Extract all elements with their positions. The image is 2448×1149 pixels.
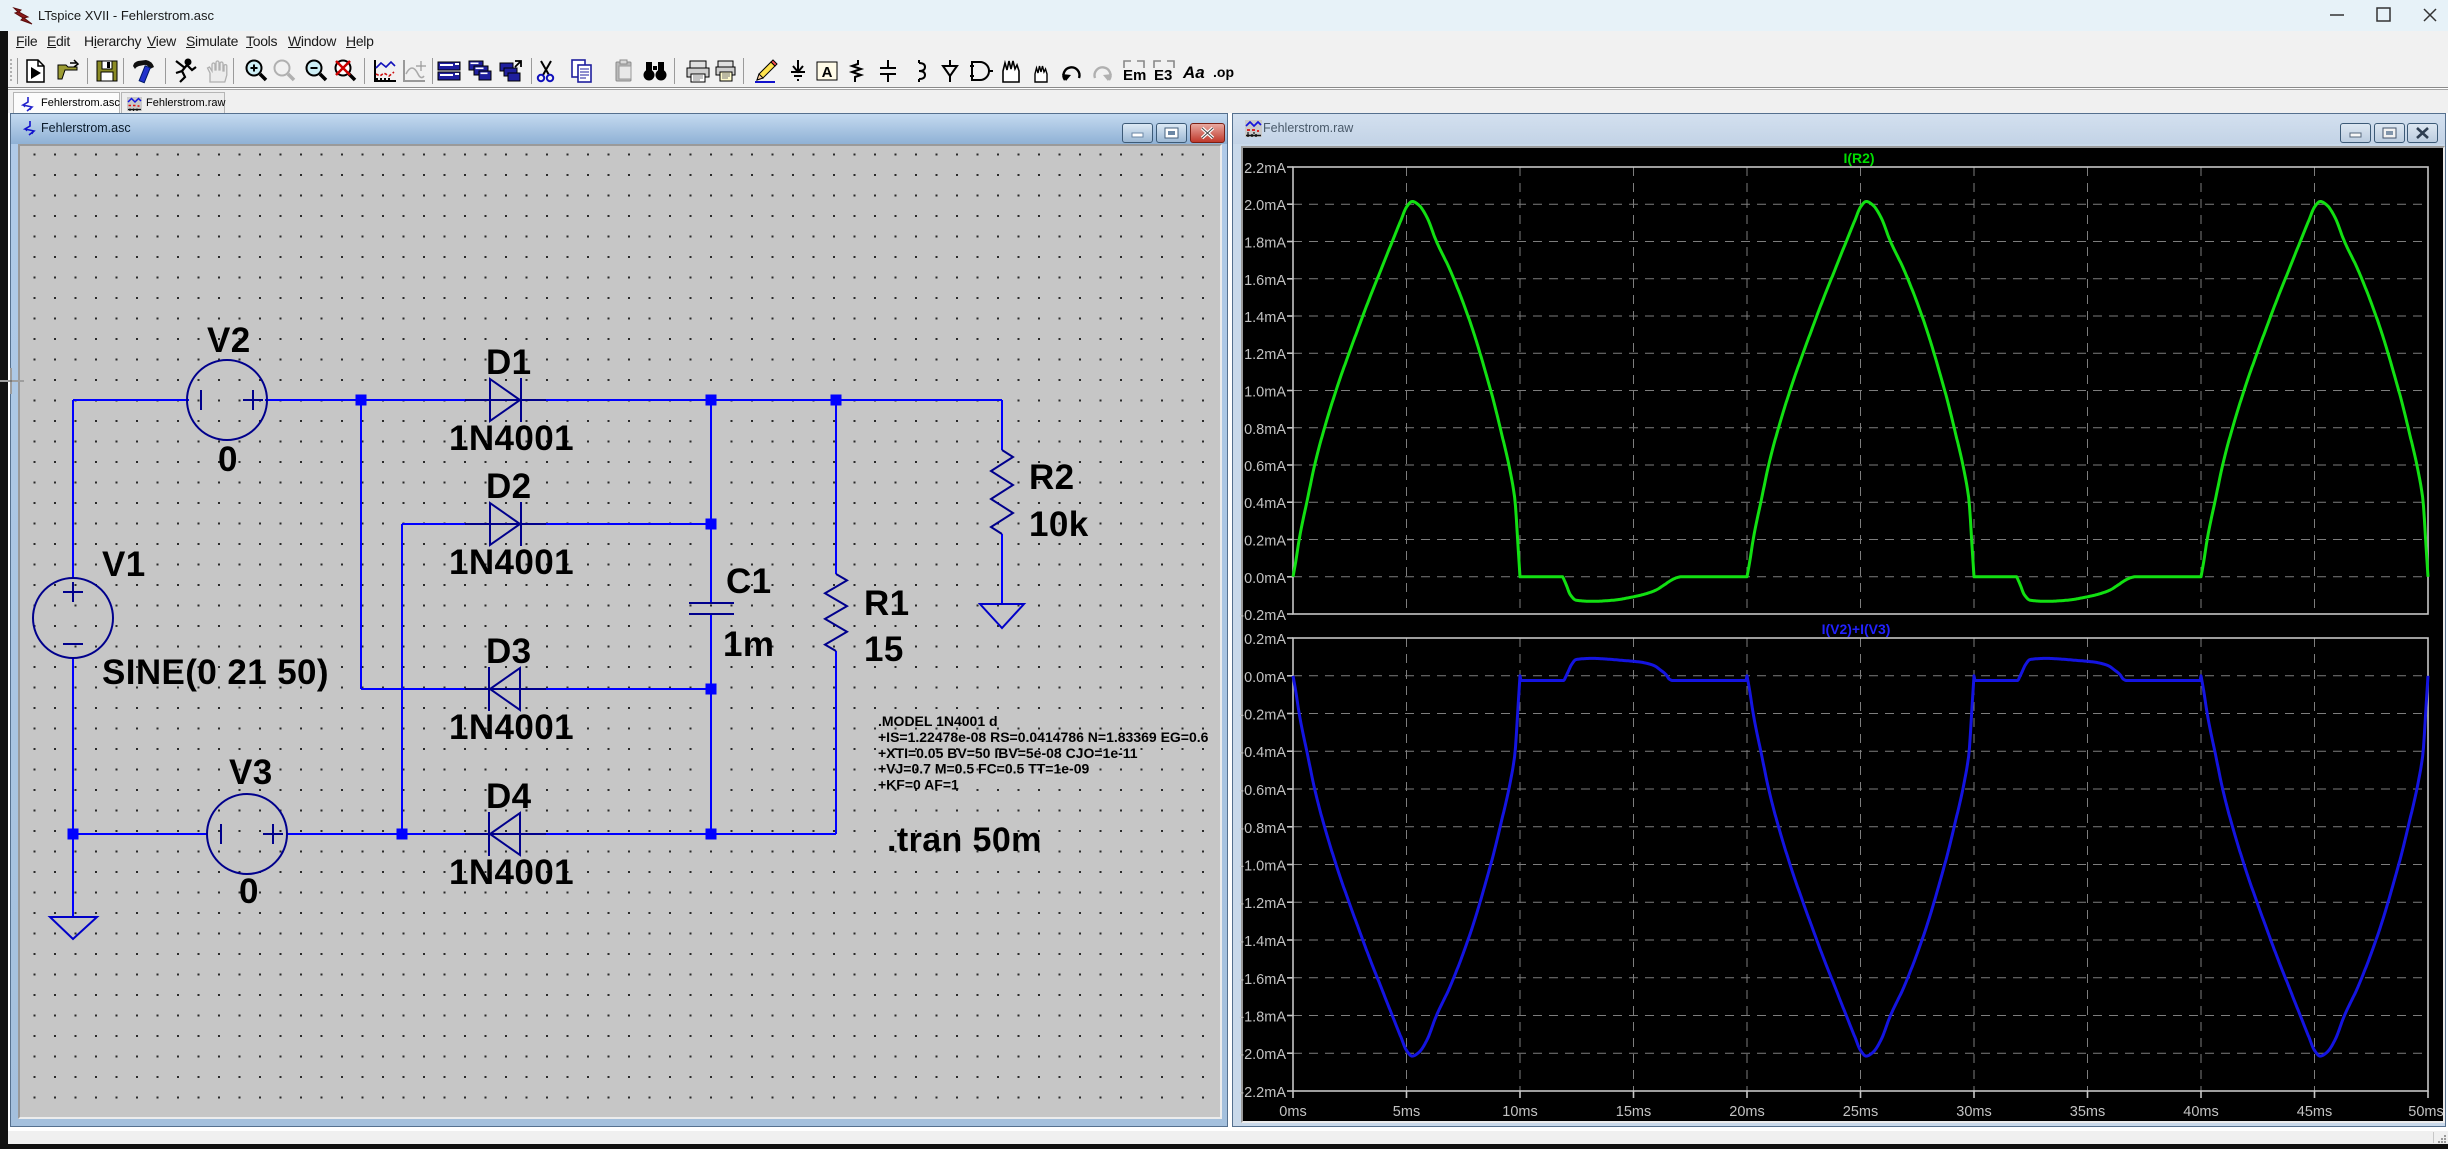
svg-text:.MODEL 1N4001 d: .MODEL 1N4001 d <box>878 713 998 729</box>
svg-text:+IS=1.22478e-08 RS=0.0414786 N: +IS=1.22478e-08 RS=0.0414786 N=1.83369 E… <box>878 729 1209 745</box>
svg-text:-0.2mA: -0.2mA <box>1239 608 1286 624</box>
svg-text:E3: E3 <box>1154 67 1172 84</box>
svg-text:Aa: Aa <box>1182 63 1205 82</box>
svg-text:+KF=0 AF=1: +KF=0 AF=1 <box>878 777 959 793</box>
svg-text:-0.8mA: -0.8mA <box>1239 821 1286 837</box>
svg-text:C1: C1 <box>726 562 772 601</box>
svg-text:0.8mA: 0.8mA <box>1244 422 1286 438</box>
svg-text:35ms: 35ms <box>2070 1104 2105 1120</box>
svg-text:45ms: 45ms <box>2297 1104 2332 1120</box>
svg-text:SINE(0 21 50): SINE(0 21 50) <box>102 653 329 692</box>
svg-text:-2.0mA: -2.0mA <box>1239 1047 1286 1063</box>
svg-text:1N4001: 1N4001 <box>449 853 574 892</box>
svg-text:0.4mA: 0.4mA <box>1244 496 1286 512</box>
svg-text:D2: D2 <box>486 467 532 506</box>
svg-text:0.6mA: 0.6mA <box>1244 459 1286 475</box>
svg-text:-0.4mA: -0.4mA <box>1239 745 1286 761</box>
svg-text:10k: 10k <box>1029 505 1089 544</box>
svg-text:R2: R2 <box>1029 458 1075 497</box>
svg-text:15ms: 15ms <box>1616 1104 1651 1120</box>
svg-text:+VJ=0.7 M=0.5 FC=0.5 TT=1e-09: +VJ=0.7 M=0.5 FC=0.5 TT=1e-09 <box>878 761 1090 777</box>
svg-text:40ms: 40ms <box>2183 1104 2218 1120</box>
svg-text:-0.2mA: -0.2mA <box>1239 708 1286 724</box>
svg-text:1N4001: 1N4001 <box>449 543 574 582</box>
svg-text:0.2mA: 0.2mA <box>1244 632 1286 648</box>
svg-text:1N4001: 1N4001 <box>449 419 574 458</box>
svg-text:0: 0 <box>239 872 259 911</box>
svg-text:1.6mA: 1.6mA <box>1244 273 1286 289</box>
svg-text:-1.6mA: -1.6mA <box>1239 972 1286 988</box>
svg-text:1.2mA: 1.2mA <box>1244 347 1286 363</box>
svg-text:.tran 50m: .tran 50m <box>887 821 1042 859</box>
svg-text:-1.4mA: -1.4mA <box>1239 934 1286 950</box>
svg-text:1.8mA: 1.8mA <box>1244 236 1286 252</box>
svg-text:-0.6mA: -0.6mA <box>1239 783 1286 799</box>
svg-text:V3: V3 <box>229 753 273 792</box>
svg-text:50ms: 50ms <box>2408 1104 2443 1120</box>
svg-text:2.0mA: 2.0mA <box>1244 198 1286 214</box>
svg-text:.op: .op <box>1213 64 1234 80</box>
svg-text:1.0mA: 1.0mA <box>1244 385 1286 401</box>
svg-text:-2.2mA: -2.2mA <box>1239 1085 1286 1101</box>
svg-text:0ms: 0ms <box>1279 1104 1306 1120</box>
svg-text:30ms: 30ms <box>1956 1104 1991 1120</box>
svg-text:1.4mA: 1.4mA <box>1244 310 1286 326</box>
svg-text:V1: V1 <box>102 545 146 584</box>
svg-text:D1: D1 <box>486 343 532 382</box>
svg-text:A: A <box>822 64 833 81</box>
svg-text:20ms: 20ms <box>1729 1104 1764 1120</box>
svg-text:-1.2mA: -1.2mA <box>1239 896 1286 912</box>
svg-text:1m: 1m <box>723 625 774 664</box>
svg-text:R1: R1 <box>864 584 910 623</box>
svg-text:5ms: 5ms <box>1393 1104 1420 1120</box>
svg-text:+XTI=0.05 BV=50 IBV=5e-08 CJO=: +XTI=0.05 BV=50 IBV=5e-08 CJO=1e-11 <box>878 745 1138 761</box>
svg-text:0.0mA: 0.0mA <box>1244 670 1286 686</box>
svg-text:2.2mA: 2.2mA <box>1244 161 1286 177</box>
svg-text:V2: V2 <box>207 321 251 360</box>
svg-text:0.0mA: 0.0mA <box>1244 571 1286 587</box>
svg-text:I(V2)+I(V3): I(V2)+I(V3) <box>1822 621 1891 637</box>
svg-text:D4: D4 <box>486 777 532 816</box>
svg-text:I(R2): I(R2) <box>1843 150 1874 166</box>
svg-text:1N4001: 1N4001 <box>449 708 574 747</box>
svg-text:0.2mA: 0.2mA <box>1244 534 1286 550</box>
svg-text:-1.8mA: -1.8mA <box>1239 1010 1286 1026</box>
svg-text:10ms: 10ms <box>1502 1104 1537 1120</box>
svg-text:0: 0 <box>218 440 238 479</box>
svg-text:25ms: 25ms <box>1843 1104 1878 1120</box>
svg-text:-1.0mA: -1.0mA <box>1239 859 1286 875</box>
svg-text:D3: D3 <box>486 632 532 671</box>
svg-text:15: 15 <box>864 630 904 669</box>
svg-text:Em: Em <box>1123 67 1146 84</box>
